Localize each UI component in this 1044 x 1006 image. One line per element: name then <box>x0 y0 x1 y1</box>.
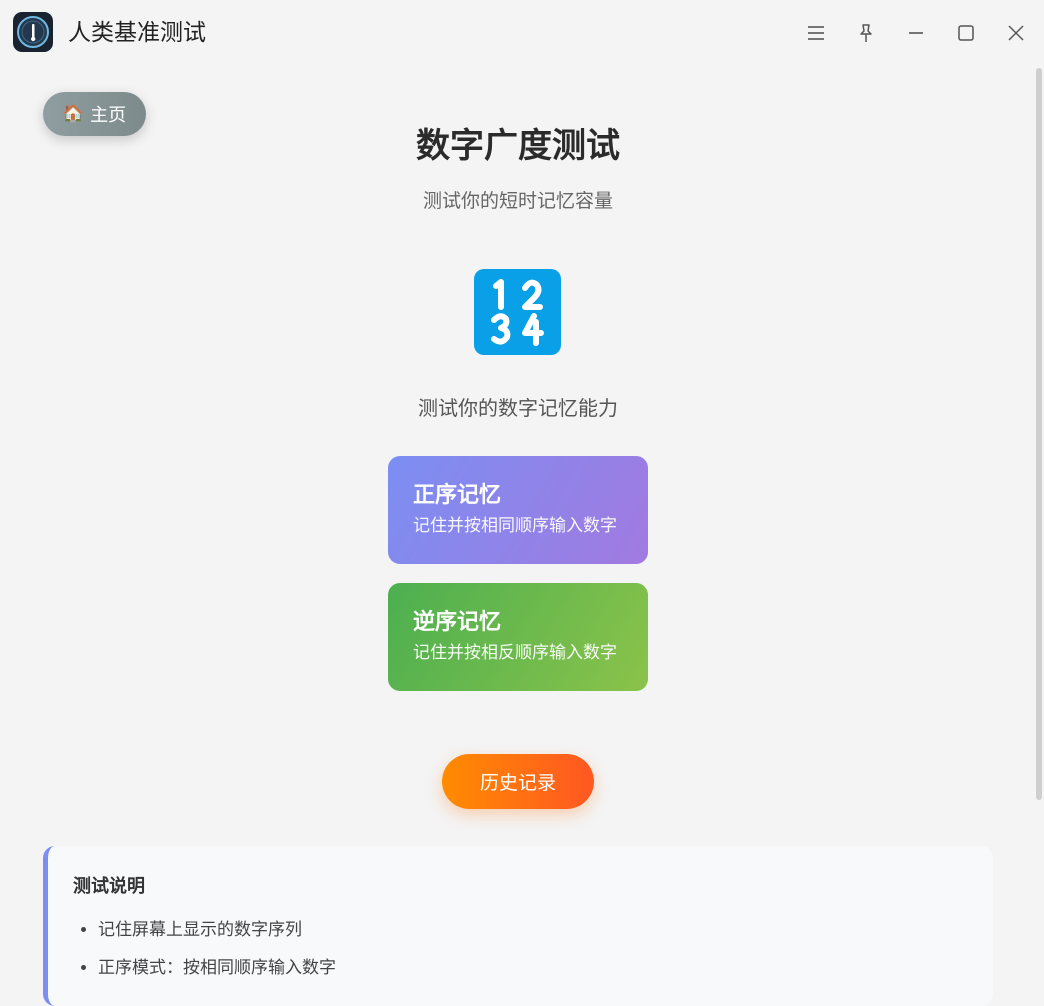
pin-button[interactable] <box>851 18 881 48</box>
maximize-icon <box>958 25 974 41</box>
list-item: 正序模式：按相同顺序输入数字 <box>98 956 993 980</box>
scrollbar[interactable] <box>1036 68 1042 800</box>
minimize-icon <box>909 32 923 34</box>
forward-mode-desc: 记住并按相同顺序输入数字 <box>413 516 617 536</box>
instructions-title: 测试说明 <box>73 876 145 897</box>
backward-mode-button[interactable]: 逆序记忆 记住并按相反顺序输入数字 <box>388 583 648 691</box>
list-item: 记住屏幕上显示的数字序列 <box>98 918 993 942</box>
history-button[interactable]: 历史记录 <box>442 754 594 809</box>
digits-1234-icon <box>474 269 561 355</box>
menu-icon <box>808 26 824 40</box>
page-subtitle: 测试你的短时记忆容量 <box>422 190 613 212</box>
close-icon <box>1008 25 1024 41</box>
forward-mode-title: 正序记忆 <box>413 483 502 508</box>
app-title: 人类基准测试 <box>68 20 206 46</box>
menu-button[interactable] <box>801 18 831 48</box>
backward-mode-title: 逆序记忆 <box>413 610 502 635</box>
pin-icon <box>860 24 872 42</box>
instructions-list: 记住屏幕上显示的数字序列 正序模式：按相同顺序输入数字 <box>73 918 993 980</box>
forward-mode-button[interactable]: 正序记忆 记住并按相同顺序输入数字 <box>388 456 648 564</box>
title-bar: 人类基准测试 <box>0 0 1044 66</box>
close-button[interactable] <box>1001 18 1031 48</box>
maximize-button[interactable] <box>951 18 981 48</box>
minimize-button[interactable] <box>901 18 931 48</box>
test-description: 测试你的数字记忆能力 <box>418 396 618 420</box>
instructions-panel: 测试说明 记住屏幕上显示的数字序列 正序模式：按相同顺序输入数字 <box>43 846 993 1006</box>
backward-mode-desc: 记住并按相反顺序输入数字 <box>413 643 617 663</box>
app-logo-icon <box>13 12 53 52</box>
page-title: 数字广度测试 <box>416 126 620 166</box>
